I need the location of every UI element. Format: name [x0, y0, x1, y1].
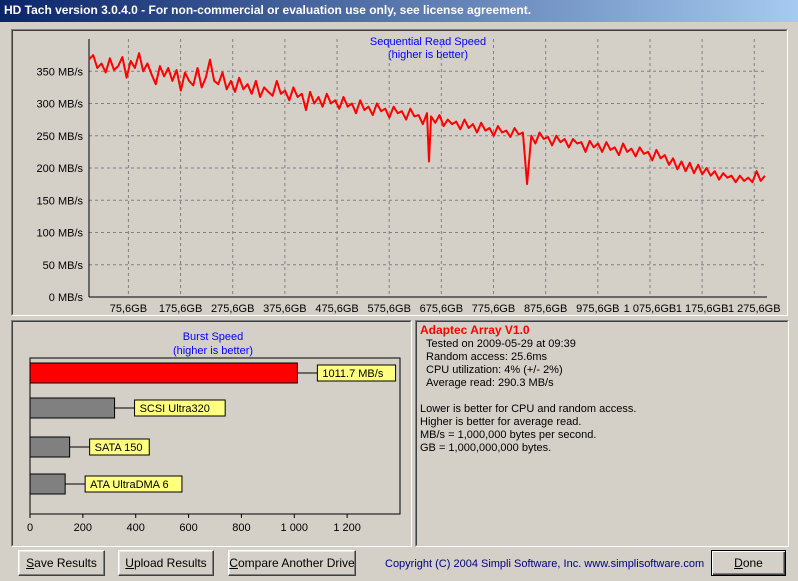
read-x-tick-label: 175,6GB [159, 303, 202, 314]
read-x-tick-label: 975,6GB [576, 303, 619, 314]
read-x-tick-label: 75,6GB [110, 303, 147, 314]
read-x-tick-label: 475,6GB [315, 303, 358, 314]
read-speed-chart: Sequential Read Speed(higher is better) 0… [37, 36, 781, 314]
save-button-accel: S [26, 556, 35, 570]
burst-bar-label: SCSI Ultra320 [140, 403, 210, 415]
read-y-tick-label: 200 MB/s [37, 163, 84, 175]
read-x-tick-label: 375,6GB [263, 303, 306, 314]
burst-bar [29, 397, 116, 419]
done-button-label: one [742, 556, 763, 570]
title-bar[interactable]: HD Tach version 3.0.4.0 - For non-commer… [0, 0, 798, 22]
burst-bar-label: SATA 150 [95, 442, 143, 454]
upload-results-button[interactable]: Upload Results [118, 550, 214, 576]
burst-x-tick-label: 1 200 [333, 522, 361, 534]
done-button-accel: D [734, 556, 743, 570]
test-date: Tested on 2009-05-29 at 09:39 [426, 338, 576, 350]
burst-x-tick-label: 1 000 [281, 522, 309, 534]
save-results-button[interactable]: Save Results [18, 550, 105, 576]
compare-button-accel: C [229, 556, 238, 570]
compare-another-drive-button[interactable]: Compare Another Drive [228, 550, 356, 576]
read-y-tick-label: 150 MB/s [37, 195, 84, 207]
read-y-tick-label: 100 MB/s [37, 228, 84, 240]
done-button[interactable]: Done [711, 550, 786, 576]
burst-x-tick-label: 600 [179, 522, 197, 534]
upload-button-accel: U [125, 556, 134, 570]
window-title: HD Tach version 3.0.4.0 - For non-commer… [4, 3, 532, 17]
note-mbs: MB/s = 1,000,000 bytes per second. [420, 429, 597, 441]
read-y-tick-label: 0 MB/s [49, 292, 84, 304]
burst-bar [29, 362, 298, 384]
read-x-tick-label: 275,6GB [211, 303, 254, 314]
read-speed-line [88, 52, 766, 186]
burst-bar-label: ATA UltraDMA 6 [90, 479, 168, 491]
note-gb: GB = 1,000,000,000 bytes. [420, 442, 552, 454]
read-x-tick-label: 1 275,6GB [728, 303, 781, 314]
burst-chart-title: Burst Speed [183, 331, 244, 343]
read-x-tick-label: 1 175,6GB [676, 303, 729, 314]
burst-bar-label: 1011.7 MB/s [322, 368, 383, 380]
read-x-tick-label: 575,6GB [367, 303, 410, 314]
note-cpu: Lower is better for CPU and random acces… [420, 403, 637, 415]
burst-chart-panel: Burst Speed (higher is better) 0 200 400 600 8… [11, 320, 412, 547]
burst-speed-chart: Burst Speed (higher is better) 0 200 400 600 8… [27, 331, 401, 534]
average-read: Average read: 290.3 MB/s [426, 377, 554, 389]
burst-x-tick-label: 0 [27, 522, 33, 534]
read-x-tick-label: 675,6GB [420, 303, 463, 314]
upload-button-label: pload Results [133, 556, 207, 570]
burst-x-tick-label: 800 [232, 522, 250, 534]
random-access: Random access: 25.6ms [426, 351, 548, 363]
read-x-tick-label: 775,6GB [472, 303, 515, 314]
read-chart-title: Sequential Read Speed [370, 36, 486, 48]
burst-bar [29, 473, 66, 495]
burst-chart-subtitle: (higher is better) [173, 345, 253, 357]
read-y-tick-label: 250 MB/s [37, 131, 84, 143]
info-panel: Adaptec Array V1.0 Tested on 2009-05-29 … [415, 320, 789, 547]
compare-button-label: ompare Another Drive [237, 556, 355, 570]
burst-x-tick-label: 400 [127, 522, 145, 534]
read-x-tick-label: 875,6GB [524, 303, 567, 314]
note-read: Higher is better for average read. [420, 416, 582, 428]
burst-bar [29, 436, 71, 458]
read-x-tick-label: 1 075,6GB [624, 303, 677, 314]
read-y-tick-label: 350 MB/s [37, 66, 84, 78]
drive-name: Adaptec Array V1.0 [420, 323, 530, 337]
save-button-label: ave Results [34, 556, 97, 570]
read-chart-panel: Sequential Read Speed (higher is better) 0… [11, 29, 788, 316]
copyright-text: Copyright (C) 2004 Simpli Software, Inc.… [385, 558, 705, 570]
read-y-tick-label: 50 MB/s [43, 260, 84, 272]
read-y-tick-label: 300 MB/s [37, 99, 84, 111]
burst-x-tick-label: 200 [74, 522, 92, 534]
cpu-utilization: CPU utilization: 4% (+/- 2%) [426, 364, 563, 376]
read-chart-subtitle: (higher is better) [388, 49, 468, 61]
